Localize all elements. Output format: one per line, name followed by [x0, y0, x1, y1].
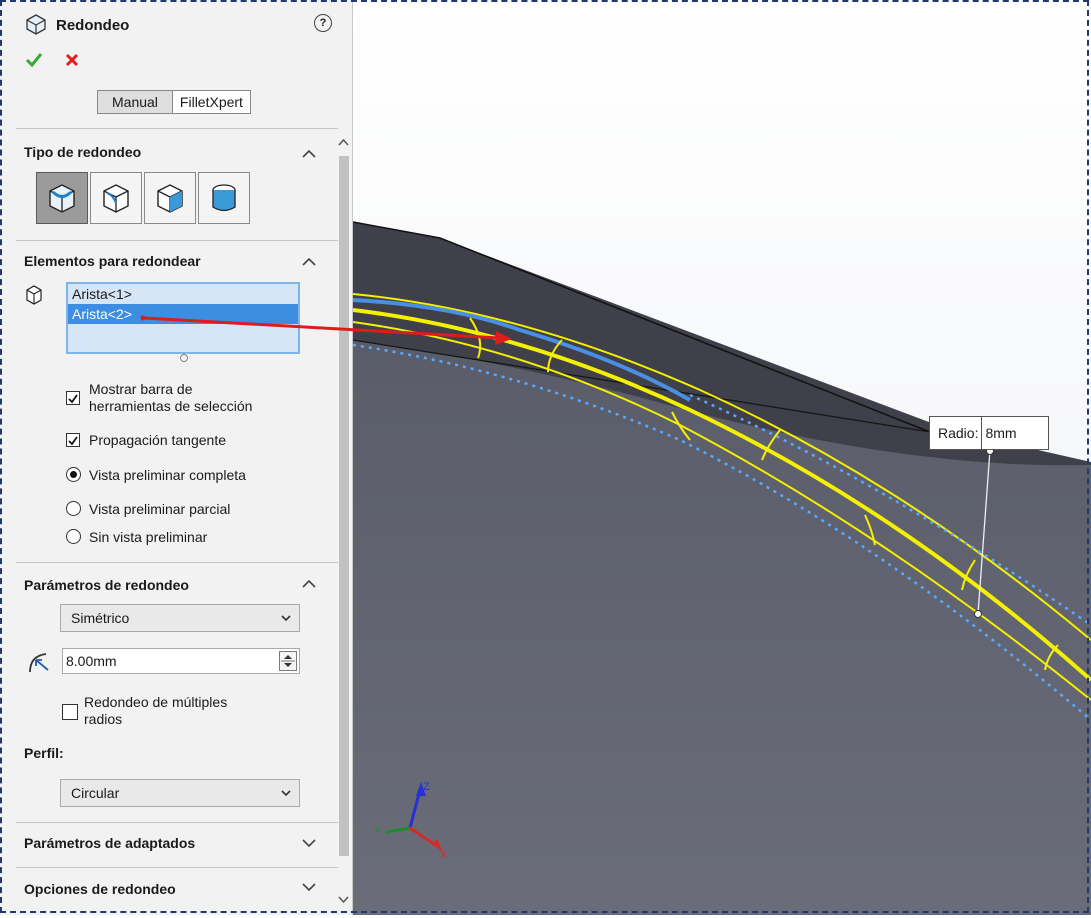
callout-value[interactable]: 8mm [982, 417, 1016, 449]
annotation-arrow [143, 316, 501, 340]
callout-label: Radio: [930, 417, 983, 449]
radius-callout[interactable]: Radio: 8mm [929, 416, 1049, 450]
annotation-arrow-start [140, 315, 146, 321]
annotation-arrowhead [495, 331, 512, 345]
annotation-arrow-layer [140, 315, 512, 345]
